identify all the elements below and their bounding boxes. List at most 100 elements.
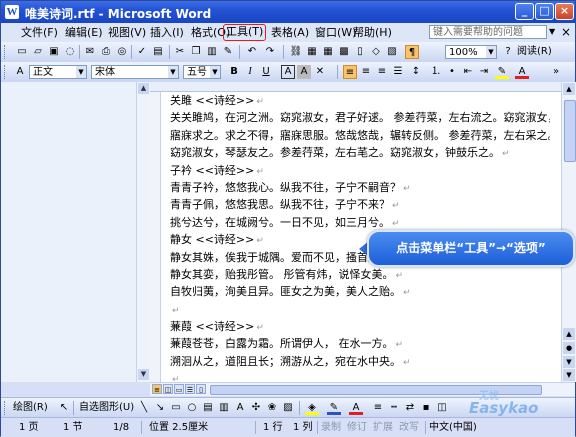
help-dropdown-icon[interactable]: ▼ — [549, 27, 555, 36]
align-right-icon[interactable]: ≡ — [375, 65, 389, 79]
scroll-thumb[interactable] — [564, 100, 576, 162]
align-justify-icon[interactable]: ≡ — [343, 65, 357, 79]
align-center-icon[interactable]: ≡ — [359, 65, 373, 79]
print-icon[interactable]: ⎙ — [99, 45, 113, 59]
document-line[interactable]: 寤寐求之。求之不得，寤寐思服。悠哉悠哉，辗转反侧。 参差荇菜，左右采之。↵ — [170, 127, 550, 144]
more-buttons-icon[interactable]: » — [549, 65, 563, 79]
char-border-button[interactable]: A — [281, 65, 295, 79]
font-size-dropdown-icon[interactable]: ▼ — [210, 66, 220, 78]
minimize-button[interactable]: _ — [515, 3, 534, 20]
word-app-icon[interactable]: W — [5, 5, 19, 19]
email-icon[interactable]: ✉ — [83, 45, 97, 59]
tables-borders-icon[interactable]: ▦ — [305, 45, 319, 59]
toolbar-grip[interactable] — [4, 401, 8, 415]
close-button[interactable]: × — [555, 3, 574, 20]
status-trk[interactable]: 修订 — [347, 421, 367, 434]
document-line[interactable]: 关关雎鸠，在河之洲。窈窕淑女，君子好逑。 参差荇菜，左右流之。窈窕淑女，↵ — [170, 109, 550, 126]
draw-font-color-icon[interactable]: A — [349, 401, 363, 415]
document-line[interactable]: ↵ — [170, 301, 550, 318]
read-mode-button[interactable]: 阅读(R) — [517, 45, 552, 59]
outline-view-icon[interactable]: ☰ — [185, 384, 195, 394]
document-line[interactable]: 挑兮达兮，在城阙兮。一日不见，如三月兮。 ↵ — [170, 214, 550, 231]
maximize-button[interactable]: □ — [535, 3, 554, 20]
reading-view-icon[interactable]: ▯ — [196, 384, 206, 394]
menu-table[interactable]: 表格(A) — [269, 25, 311, 40]
highlight-icon[interactable]: ✎ — [495, 65, 509, 79]
zoom-select[interactable]: 100% ▼ — [445, 45, 497, 59]
document-map-icon[interactable]: ▧ — [385, 45, 399, 59]
font-color-button[interactable]: A — [515, 65, 529, 79]
document-line[interactable]: 关雎 <<诗经>> ↵ — [170, 92, 550, 109]
font-size-select[interactable]: 五号 ▼ — [183, 65, 221, 79]
select-objects-icon[interactable]: ↖ — [57, 401, 71, 415]
styles-pane-icon[interactable]: A — [13, 65, 27, 79]
status-ovr[interactable]: 改写 — [399, 421, 419, 434]
dash-style-icon[interactable]: ┅ — [387, 401, 401, 415]
fill-color-icon[interactable]: ◈ — [305, 401, 319, 415]
new-document-icon[interactable]: ▭ — [15, 45, 29, 59]
shadow-icon[interactable]: ▪ — [419, 401, 433, 415]
redo-icon[interactable]: ↷ — [263, 45, 277, 59]
bold-button[interactable]: B — [227, 65, 241, 79]
italic-button[interactable]: I — [243, 65, 257, 79]
menu-view[interactable]: 视图(V) — [106, 25, 148, 40]
vertical-textbox-icon[interactable]: ▥ — [217, 401, 231, 415]
insert-excel-icon[interactable]: ▩ — [337, 45, 351, 59]
increase-indent-icon[interactable]: ⇥ — [477, 65, 491, 79]
document-line[interactable]: 静女其娈，贻我彤管。 彤管有炜，说怿女美。 ↵ — [170, 266, 550, 283]
status-rec[interactable]: 录制 — [321, 421, 341, 434]
status-ext[interactable]: 扩展 — [373, 421, 393, 434]
insert-table-icon[interactable]: ▦ — [321, 45, 335, 59]
line-color-icon[interactable]: ✎ — [327, 401, 341, 415]
line-spacing-icon[interactable]: ↕ — [409, 65, 423, 79]
line-icon[interactable]: ╲ — [137, 401, 151, 415]
arrow-style-icon[interactable]: ⇄ — [403, 401, 417, 415]
normal-view-icon[interactable]: ≡ — [152, 384, 162, 394]
close-document-icon[interactable]: × — [561, 25, 571, 39]
pane-scrollbar[interactable]: ▲ ▼ — [136, 82, 150, 382]
vertical-ruler[interactable] — [150, 92, 161, 382]
document-line[interactable]: 蒹葭苍苍，白露为霜。所谓伊人， 在水一方。 ↵ — [170, 335, 550, 352]
menu-file[interactable]: 文件(F) — [19, 25, 60, 40]
title-bar[interactable]: W 唯美诗词.rtf - Microsoft Word _ □ × — [1, 1, 575, 23]
scroll-down-arrow-icon[interactable]: ▼ — [563, 356, 575, 368]
document-line[interactable]: 溯洄从之，道阻且长；溯游从之，宛在水中央。 ↵ — [170, 353, 550, 370]
document-line[interactable]: 窈窕淑女，琴瑟友之。参差荇菜，左右芼之。窈窕淑女，钟鼓乐之。 ↵ — [170, 144, 550, 161]
diagram-icon[interactable]: ✣ — [249, 401, 263, 415]
style-dropdown-icon[interactable]: ▼ — [76, 66, 86, 78]
autoshapes-button[interactable]: 自选图形(U) — [79, 401, 134, 415]
save-icon[interactable]: ▣ — [47, 45, 61, 59]
font-select[interactable]: 宋体 ▼ — [91, 65, 179, 79]
font-dropdown-icon[interactable]: ▼ — [168, 66, 178, 78]
columns-icon[interactable]: ▯ — [353, 45, 367, 59]
scroll-down-icon[interactable]: ▼ — [563, 369, 575, 381]
show-hide-marks-icon[interactable]: ¶ — [405, 45, 419, 59]
print-preview-icon[interactable]: ◎ — [115, 45, 129, 59]
scroll-up-arrow-icon[interactable]: ▲ — [563, 328, 575, 340]
web-view-icon[interactable]: ◫ — [163, 384, 173, 394]
document-line[interactable]: 自牧归荑，洵美且异。匪女之为美，美人之贻。 ↵ — [170, 283, 550, 300]
open-folder-icon[interactable]: ▱ — [31, 45, 45, 59]
menu-tools[interactable]: 工具(T) — [223, 24, 267, 41]
textbox-icon[interactable]: ▤ — [201, 401, 215, 415]
style-select[interactable]: 正文 ▼ — [29, 65, 87, 79]
document-line[interactable]: 子衿 <<诗经>> ↵ — [170, 162, 550, 179]
clipart-icon[interactable]: ❀ — [265, 401, 279, 415]
scaling-icon[interactable]: ✕ — [313, 65, 327, 79]
zoom-dropdown-icon[interactable]: ▼ — [486, 46, 496, 58]
scroll-down-icon[interactable]: ▼ — [138, 369, 149, 380]
print-view-icon[interactable]: ▭ — [174, 384, 184, 394]
menu-insert[interactable]: 插入(I) — [148, 25, 186, 40]
draw-menu-button[interactable]: 绘图(R) — [13, 401, 48, 415]
toolbar-grip[interactable] — [4, 65, 8, 79]
drawing-icon[interactable]: ◇ — [369, 45, 383, 59]
underline-button[interactable]: U — [259, 65, 273, 79]
wordart-icon[interactable]: A — [233, 401, 247, 415]
scroll-up-icon[interactable]: ▲ — [563, 83, 575, 95]
hyperlink-icon[interactable]: ⛓ — [289, 45, 303, 59]
char-shading-button[interactable]: A — [297, 65, 311, 79]
research-icon[interactable]: ▤ — [151, 45, 165, 59]
permission-icon[interactable]: ◌ — [63, 45, 77, 59]
paste-icon[interactable]: ▥ — [205, 45, 219, 59]
rectangle-icon[interactable]: ▭ — [169, 401, 183, 415]
